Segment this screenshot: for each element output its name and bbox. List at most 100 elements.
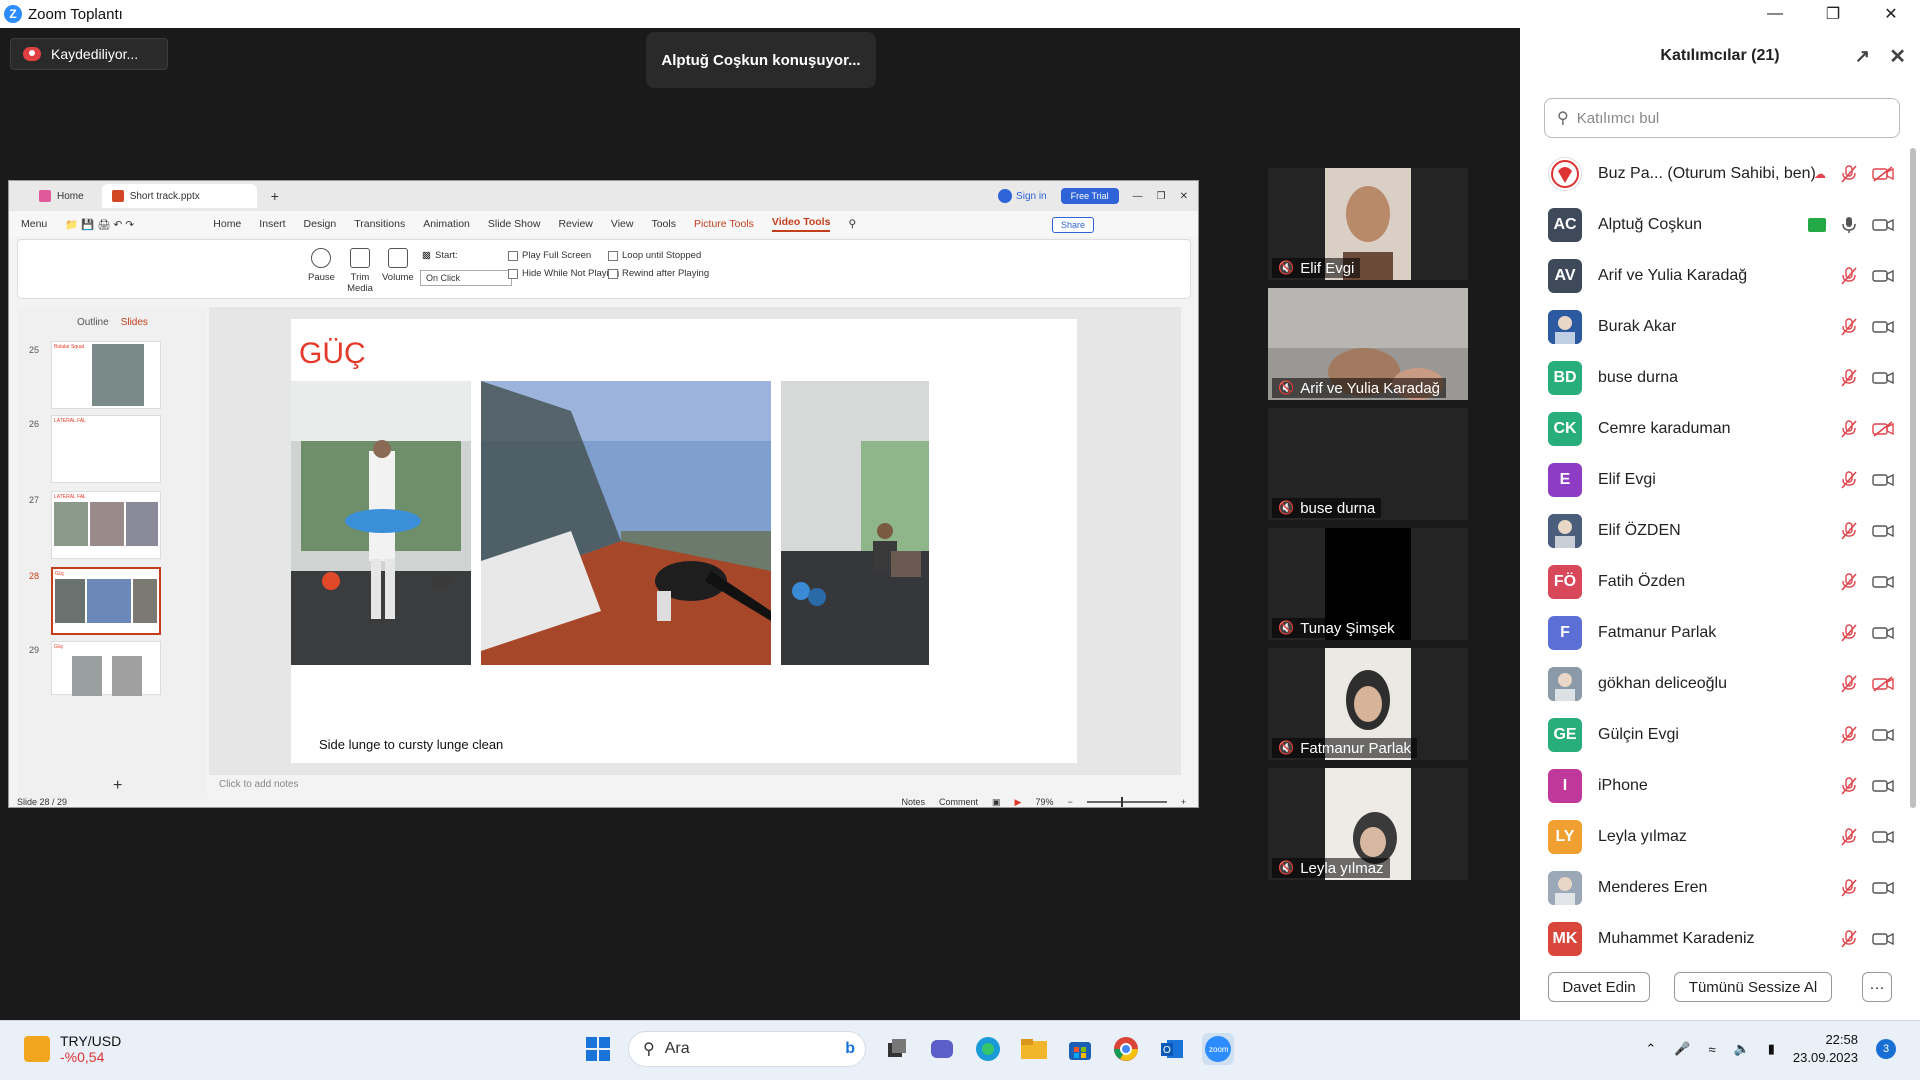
mic-muted-icon[interactable] — [1840, 164, 1858, 183]
mic-icon[interactable] — [1840, 216, 1858, 234]
camera-icon[interactable] — [1872, 319, 1894, 335]
menu-item-picture-tools[interactable]: Picture Tools — [694, 218, 754, 230]
camera-icon[interactable] — [1872, 217, 1894, 233]
participant-list-scrollbar[interactable] — [1910, 148, 1916, 808]
slide-title[interactable]: GÜÇ — [299, 337, 366, 371]
minimize-button[interactable]: — — [1746, 0, 1804, 28]
taskbar-search[interactable]: ⚲ Ara b — [628, 1031, 866, 1067]
volume-button[interactable]: Volume — [382, 248, 414, 283]
mic-muted-icon[interactable] — [1840, 674, 1858, 693]
participant-row[interactable]: Menderes Eren — [1520, 862, 1908, 913]
start-select[interactable]: On Click — [420, 270, 512, 286]
weather-widget[interactable]: TRY/USD -%0,54 — [24, 1033, 121, 1065]
participant-row[interactable]: LY Leyla yılmaz — [1520, 811, 1908, 862]
menu-item-video-tools[interactable]: Video Tools — [771, 216, 831, 232]
quick-access-toolbar[interactable]: 📁 💾 🖨 ↶ ↷ — [65, 218, 195, 231]
slide-thumbnail[interactable]: LATERAL FAL — [51, 491, 161, 559]
clock[interactable]: 22:58 23.09.2023 — [1793, 1031, 1858, 1067]
ppt-close-icon[interactable]: ✕ — [1180, 191, 1188, 202]
participant-row[interactable]: CK Cemre karaduman — [1520, 403, 1908, 454]
slide-thumbnail-selected[interactable]: Güç — [51, 567, 161, 635]
slide-caption[interactable]: Side lunge to cursty lunge clean — [319, 737, 503, 752]
invite-button[interactable]: Davet Edin — [1548, 972, 1650, 1002]
outlook-icon[interactable]: O — [1156, 1033, 1188, 1065]
ppt-home-tab[interactable]: Home — [29, 184, 94, 208]
ppt-minimize-icon[interactable]: — — [1133, 191, 1143, 202]
slide-photo-field[interactable] — [481, 381, 771, 665]
mic-muted-icon[interactable] — [1840, 317, 1858, 336]
video-tile[interactable]: 🔇 Fatmanur Parlak — [1268, 648, 1468, 760]
search-icon[interactable]: ⚲ — [848, 218, 856, 230]
edge-browser-icon[interactable] — [972, 1033, 1004, 1065]
camera-icon[interactable] — [1872, 829, 1894, 845]
participant-row[interactable]: AC Alptuğ Coşkun — [1520, 199, 1908, 250]
zoom-app-icon[interactable]: zoom — [1202, 1033, 1234, 1065]
current-slide[interactable]: GÜÇ Side lunge to cursty lunge clean — [291, 319, 1077, 763]
sign-in-link[interactable]: Sign in — [998, 189, 1047, 203]
camera-off-icon[interactable] — [1872, 165, 1894, 182]
start-menu-icon[interactable] — [582, 1033, 614, 1065]
camera-icon[interactable] — [1872, 268, 1894, 284]
rewind-after-playing-checkbox[interactable]: Rewind after Playing — [608, 268, 709, 279]
ppt-restore-icon[interactable]: ❐ — [1157, 191, 1166, 202]
video-tile[interactable]: 🔇 buse durna — [1268, 408, 1468, 520]
menu-item-insert[interactable]: Insert — [259, 218, 285, 230]
more-options-button[interactable]: ··· — [1862, 972, 1892, 1002]
participant-row[interactable]: GE Gülçin Evgi — [1520, 709, 1908, 760]
slide-photo-gym[interactable] — [291, 381, 471, 665]
mic-muted-icon[interactable] — [1840, 725, 1858, 744]
comment-button[interactable]: Comment — [939, 797, 978, 807]
volume-icon[interactable]: 🔈 — [1734, 1041, 1750, 1057]
participant-row[interactable]: BD buse durna — [1520, 352, 1908, 403]
video-tile[interactable]: 🔇 Elif Evgi — [1268, 168, 1468, 280]
menu-item-slide-show[interactable]: Slide Show — [488, 218, 541, 230]
chevron-up-icon[interactable]: ⌃ — [1645, 1041, 1656, 1057]
camera-icon[interactable] — [1872, 880, 1894, 896]
maximize-button[interactable]: ❐ — [1804, 0, 1862, 28]
ppt-file-tab[interactable]: Short track.pptx — [101, 184, 257, 208]
hide-while-not-playing-checkbox[interactable]: Hide While Not Playing — [508, 268, 619, 279]
normal-view-icon[interactable]: ▣ — [992, 797, 1001, 808]
camera-icon[interactable] — [1872, 472, 1894, 488]
participant-row[interactable]: E Elif Evgi — [1520, 454, 1908, 505]
mic-muted-icon[interactable] — [1840, 623, 1858, 642]
participant-row[interactable]: AV Arif ve Yulia Karadağ — [1520, 250, 1908, 301]
trim-media-button[interactable]: Trim Media — [346, 248, 374, 294]
camera-icon[interactable] — [1872, 727, 1894, 743]
camera-off-icon[interactable] — [1872, 675, 1894, 692]
play-full-screen-checkbox[interactable]: Play Full Screen — [508, 250, 591, 261]
mic-muted-icon[interactable] — [1840, 521, 1858, 540]
mic-muted-icon[interactable] — [1840, 266, 1858, 285]
add-slide-button[interactable]: + — [113, 777, 122, 795]
mic-muted-icon[interactable] — [1840, 368, 1858, 387]
pause-button[interactable]: Pause — [308, 248, 335, 283]
wifi-icon[interactable]: ≈ — [1708, 1042, 1715, 1057]
store-icon[interactable] — [1064, 1033, 1096, 1065]
slide-thumbnail[interactable]: Güç — [51, 641, 161, 696]
task-view-icon[interactable] — [880, 1033, 912, 1065]
zoom-out-icon[interactable]: − — [1067, 797, 1072, 807]
menu-item-transitions[interactable]: Transitions — [354, 218, 405, 230]
zoom-slider[interactable] — [1086, 797, 1167, 807]
notes-button[interactable]: Notes — [901, 797, 925, 807]
close-window-button[interactable]: ✕ — [1862, 0, 1920, 28]
bing-icon[interactable]: b — [845, 1040, 855, 1058]
mic-muted-icon[interactable] — [1840, 419, 1858, 438]
camera-icon[interactable] — [1872, 778, 1894, 794]
notification-badge[interactable]: 3 — [1876, 1039, 1896, 1059]
camera-icon[interactable] — [1872, 574, 1894, 590]
menu-item-menu[interactable]: Menu — [21, 218, 47, 230]
participant-row[interactable]: F Fatmanur Parlak — [1520, 607, 1908, 658]
mic-muted-icon[interactable] — [1840, 827, 1858, 846]
participant-row[interactable]: gökhan deliceoğlu — [1520, 658, 1908, 709]
slides-tab[interactable]: Slides — [121, 317, 148, 328]
menu-item-home[interactable]: Home — [213, 218, 241, 230]
zoom-in-icon[interactable]: + — [1181, 797, 1186, 807]
mic-muted-icon[interactable] — [1840, 929, 1858, 948]
chat-icon[interactable] — [926, 1033, 958, 1065]
camera-icon[interactable] — [1872, 370, 1894, 386]
notes-area[interactable]: Click to add notes — [209, 775, 1181, 795]
mic-muted-icon[interactable] — [1840, 878, 1858, 897]
slide-thumbnail[interactable]: LATERAL FAL — [51, 415, 161, 483]
menu-item-tools[interactable]: Tools — [651, 218, 676, 230]
